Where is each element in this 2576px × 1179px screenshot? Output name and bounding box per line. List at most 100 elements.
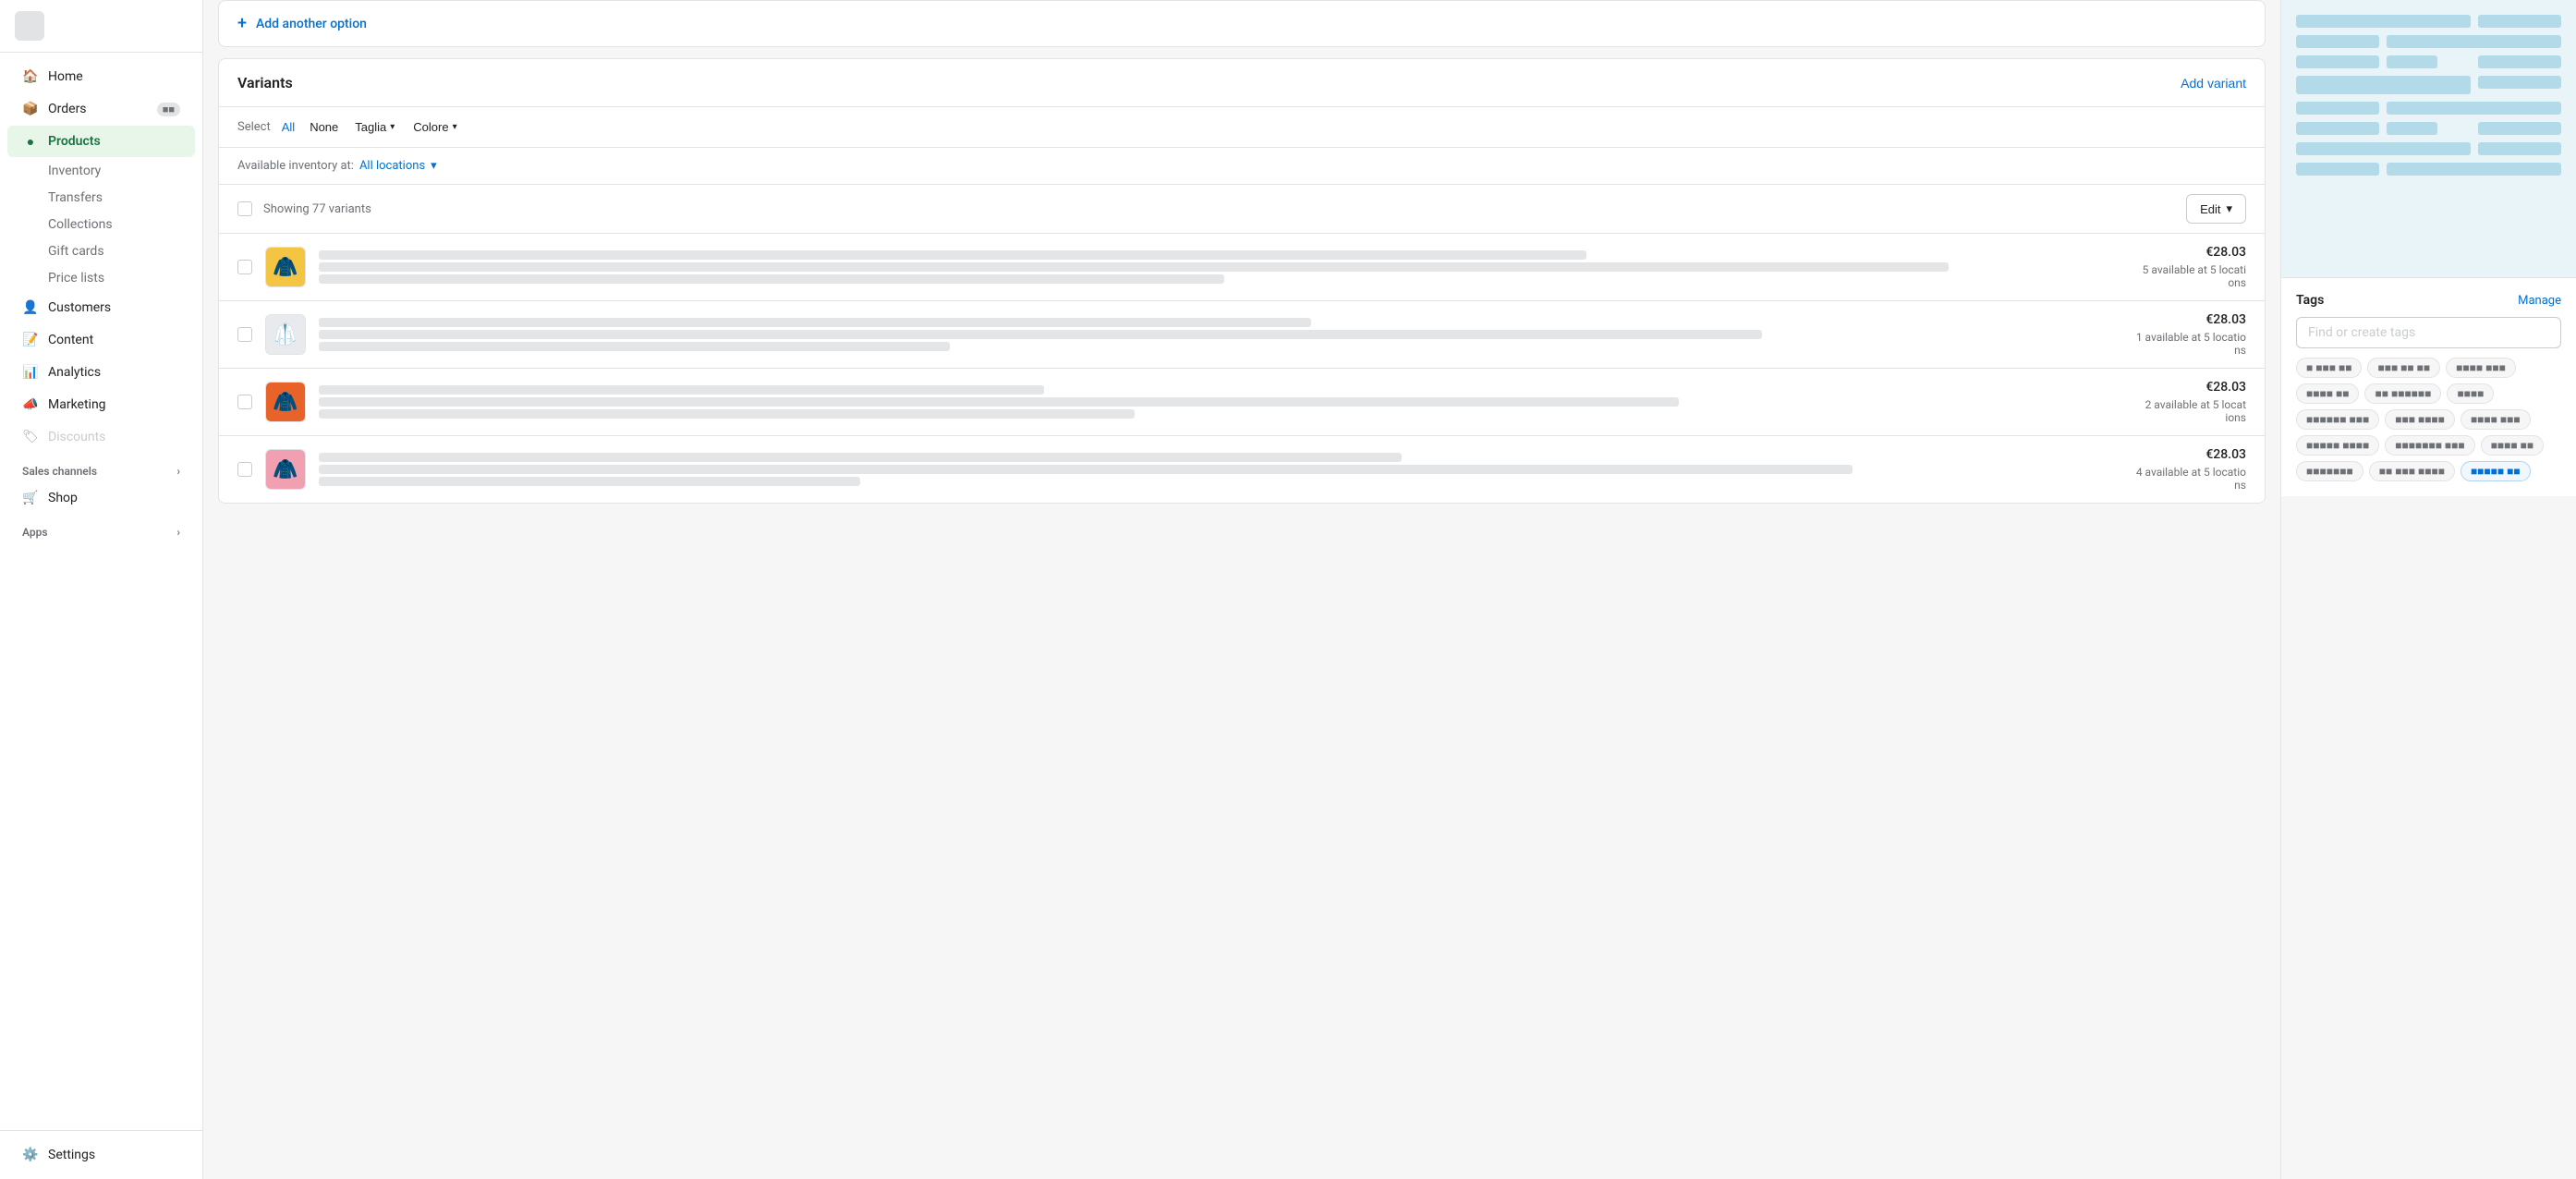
row-checkbox[interactable] bbox=[237, 462, 252, 477]
inventory-label: Available inventory at: bbox=[237, 159, 354, 173]
tags-header: Tags Manage bbox=[2296, 293, 2561, 308]
variant-price-info: €28.03 4 available at 5 locations bbox=[2136, 447, 2246, 492]
orders-badge: ■■ bbox=[157, 103, 180, 116]
sidebar-item-shop[interactable]: 🛒 Shop bbox=[7, 482, 195, 514]
sidebar-item-marketing[interactable]: 📣 Marketing bbox=[7, 389, 195, 420]
colore-label: Colore bbox=[413, 120, 448, 134]
add-variant-button[interactable]: Add variant bbox=[2181, 76, 2246, 91]
plus-icon: + bbox=[237, 14, 247, 33]
sales-channels-label: Sales channels bbox=[22, 465, 97, 478]
variant-detail-line bbox=[319, 397, 1679, 407]
tags-title: Tags bbox=[2296, 293, 2324, 308]
garment-icon: 🥼 bbox=[273, 323, 298, 346]
select-all-checkbox[interactable] bbox=[237, 201, 252, 216]
sidebar-nav: 🏠 Home 📦 Orders ■■ ● Products Inventory … bbox=[0, 53, 202, 1130]
sidebar-item-label: Customers bbox=[48, 300, 111, 315]
blurred-block bbox=[2296, 55, 2379, 68]
tag-chip[interactable]: ■■■■■■■ ■■■ bbox=[2385, 435, 2474, 456]
tag-chip[interactable]: ■■■■ ■■ bbox=[2481, 435, 2544, 456]
tag-chip[interactable]: ■■ ■■■■■■ bbox=[2364, 383, 2441, 404]
sidebar-item-customers[interactable]: 👤 Customers bbox=[7, 292, 195, 323]
expand-icon[interactable]: › bbox=[176, 465, 180, 478]
add-option-bar[interactable]: + Add another option bbox=[218, 0, 2266, 47]
sidebar-item-collections[interactable]: Collections bbox=[7, 212, 195, 237]
sidebar-sub-label: Gift cards bbox=[48, 244, 104, 259]
tags-input[interactable]: Find or create tags bbox=[2296, 317, 2561, 348]
blurred-block bbox=[2296, 163, 2379, 176]
variants-section: Variants Add variant Select All None Tag… bbox=[218, 58, 2266, 504]
all-locations-link[interactable]: All locations bbox=[359, 159, 425, 173]
tag-chip[interactable]: ■■■■■ ■■■■ bbox=[2296, 435, 2379, 456]
sidebar-item-content[interactable]: 📝 Content bbox=[7, 324, 195, 356]
variant-info bbox=[319, 453, 2123, 486]
tag-chip[interactable]: ■■■■■■■ bbox=[2296, 461, 2363, 481]
tag-chip[interactable]: ■■■ ■■■■ bbox=[2385, 409, 2455, 430]
shop-icon: 🛒 bbox=[22, 490, 39, 506]
tag-chip[interactable]: ■■■■ ■■■ bbox=[2461, 409, 2531, 430]
sidebar-item-home[interactable]: 🏠 Home bbox=[7, 61, 195, 92]
tags-section: Tags Manage Find or create tags ■ ■■■ ■■… bbox=[2281, 277, 2576, 496]
variant-text bbox=[319, 453, 2123, 486]
tag-chip[interactable]: ■■■ ■■ ■■ bbox=[2367, 358, 2440, 378]
edit-button[interactable]: Edit ▾ bbox=[2186, 194, 2246, 224]
sidebar-item-gift-cards[interactable]: Gift cards bbox=[7, 238, 195, 264]
sidebar-item-label: Shop bbox=[48, 491, 78, 505]
variant-thumbnail: 🧥 bbox=[265, 449, 306, 490]
variant-name-line bbox=[319, 453, 1402, 462]
add-option-label: Add another option bbox=[256, 17, 367, 31]
sidebar-item-label: Orders bbox=[48, 102, 87, 116]
variant-name-line bbox=[319, 318, 1311, 327]
variant-price-info: €28.03 2 available at 5 locations bbox=[2145, 380, 2246, 424]
variant-price: €28.03 bbox=[2145, 380, 2246, 395]
tag-chip[interactable]: ■ ■■■ ■■ bbox=[2296, 358, 2362, 378]
blurred-block bbox=[2296, 15, 2471, 28]
blurred-block bbox=[2387, 163, 2561, 176]
sidebar-item-price-lists[interactable]: Price lists bbox=[7, 265, 195, 291]
chevron-down-icon: ▾ bbox=[2226, 201, 2232, 216]
garment-icon: 🧥 bbox=[273, 391, 298, 414]
tag-chip[interactable]: ■■■■■■ ■■■ bbox=[2296, 409, 2379, 430]
variants-header: Variants Add variant bbox=[219, 59, 2265, 107]
variant-text bbox=[319, 318, 2123, 351]
customers-icon: 👤 bbox=[22, 299, 39, 316]
filter-all-button[interactable]: All bbox=[278, 118, 298, 136]
sidebar-item-products[interactable]: ● Products bbox=[7, 126, 195, 157]
tag-chip[interactable]: ■■ ■■■ ■■■■ bbox=[2369, 461, 2455, 481]
blurred-block bbox=[2478, 142, 2561, 155]
expand-icon[interactable]: › bbox=[176, 526, 180, 539]
variant-thumbnail: 🧥 bbox=[265, 382, 306, 422]
variant-price: €28.03 bbox=[2136, 447, 2246, 462]
sidebar-item-orders[interactable]: 📦 Orders ■■ bbox=[7, 93, 195, 125]
sidebar-item-settings[interactable]: ⚙️ Settings bbox=[7, 1139, 195, 1171]
tag-chip[interactable]: ■■■■ ■■ bbox=[2296, 383, 2359, 404]
blurred-block bbox=[2478, 55, 2561, 68]
variant-info bbox=[319, 250, 2130, 284]
table-row: 🧥 €28.03 2 available at 5 locations bbox=[219, 369, 2265, 436]
blurred-block bbox=[2387, 55, 2436, 68]
sidebar-item-analytics[interactable]: 📊 Analytics bbox=[7, 357, 195, 388]
garment-icon: 🧥 bbox=[273, 256, 298, 279]
filter-taglia-button[interactable]: Taglia ▾ bbox=[349, 118, 400, 136]
variant-name-line bbox=[319, 385, 1044, 395]
filter-colore-button[interactable]: Colore ▾ bbox=[407, 118, 462, 136]
dropdown-arrow-icon[interactable]: ▾ bbox=[431, 159, 437, 173]
blurred-block bbox=[2296, 35, 2379, 48]
row-checkbox[interactable] bbox=[237, 260, 252, 274]
tag-chip-blue[interactable]: ■■■■■ ■■ bbox=[2461, 461, 2531, 481]
orders-icon: 📦 bbox=[22, 101, 39, 117]
row-checkbox[interactable] bbox=[237, 395, 252, 409]
blurred-block bbox=[2296, 142, 2471, 155]
apps-section: Apps › bbox=[0, 515, 202, 542]
tag-chip[interactable]: ■■■■ bbox=[2447, 383, 2494, 404]
filter-select-label: Select bbox=[237, 120, 271, 134]
manage-link[interactable]: Manage bbox=[2518, 294, 2561, 308]
garment-icon: 🧥 bbox=[273, 458, 298, 481]
sidebar-item-transfers[interactable]: Transfers bbox=[7, 185, 195, 211]
filter-none-button[interactable]: None bbox=[306, 118, 342, 136]
sidebar-item-inventory[interactable]: Inventory bbox=[7, 158, 195, 184]
inventory-location-bar: Available inventory at: All locations ▾ bbox=[219, 148, 2265, 185]
tag-chip[interactable]: ■■■■ ■■■ bbox=[2446, 358, 2516, 378]
sidebar-item-discounts[interactable]: 🏷 Discounts bbox=[7, 421, 195, 453]
row-checkbox[interactable] bbox=[237, 327, 252, 342]
variant-name-line bbox=[319, 250, 1586, 260]
